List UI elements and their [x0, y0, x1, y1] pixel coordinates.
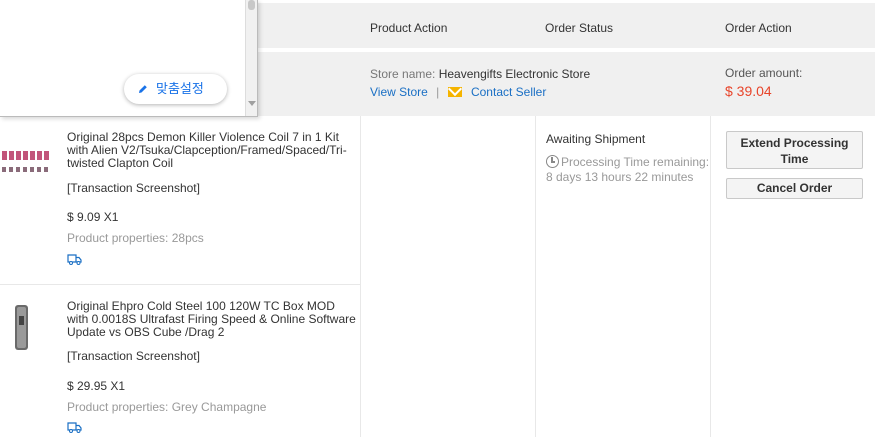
overlay-popup: 맞춤설정: [0, 0, 258, 117]
view-store-link[interactable]: View Store: [370, 85, 428, 99]
link-separator: |: [436, 85, 440, 99]
contact-seller-link[interactable]: Contact Seller: [471, 85, 546, 99]
header-product-action: Product Action: [370, 21, 448, 35]
product-properties: Product properties: 28pcs: [67, 231, 204, 245]
popup-scrollbar-thumb[interactable]: [248, 0, 255, 10]
extend-label-line2: Time: [780, 152, 809, 166]
customize-label: 맞춤설정: [156, 81, 204, 96]
order-status: Awaiting Shipment: [546, 132, 646, 146]
product-properties: Product properties: Grey Champagne: [67, 400, 267, 414]
cancel-order-button[interactable]: Cancel Order: [726, 178, 863, 199]
store-links: View Store | Contact Seller: [370, 85, 546, 99]
extend-processing-time-button[interactable]: Extend Processing Time: [726, 131, 863, 169]
transaction-screenshot-link[interactable]: [Transaction Screenshot]: [67, 181, 200, 195]
column-divider: [535, 116, 536, 437]
extend-label-line1: Extend Processing: [740, 136, 849, 150]
customize-button[interactable]: 맞춤설정: [124, 74, 227, 104]
product-price: $ 9.09 X1: [67, 210, 119, 224]
processing-time-text: Processing Time remaining: 8 days 13 hou…: [546, 155, 710, 184]
store-name-label: Store name:: [370, 67, 436, 81]
product-thumbnail[interactable]: [0, 296, 56, 356]
mail-icon: [447, 87, 462, 97]
order-amount: $ 39.04: [725, 83, 772, 99]
column-divider: [360, 116, 361, 437]
product-title[interactable]: Original Ehpro Cold Steel 100 120W TC Bo…: [67, 300, 357, 339]
truck-icon: [67, 422, 82, 433]
product-price: $ 29.95 X1: [67, 379, 126, 393]
product-title[interactable]: Original 28pcs Demon Killer Violence Coi…: [67, 131, 357, 170]
scroll-down-arrow-icon[interactable]: [248, 101, 256, 106]
product-thumbnail[interactable]: [0, 131, 56, 187]
store-name: Heavengifts Electronic Store: [438, 67, 591, 81]
popup-scrollbar[interactable]: [245, 0, 257, 116]
row-divider: [0, 284, 360, 285]
truck-icon: [67, 254, 82, 265]
processing-time: Processing Time remaining: 8 days 13 hou…: [546, 155, 716, 185]
pencil-icon: [139, 85, 147, 93]
order-amount-label: Order amount:: [725, 66, 803, 80]
clock-icon: [546, 155, 559, 168]
store-name-line: Store name: Heavengifts Electronic Store: [370, 67, 590, 81]
transaction-screenshot-link[interactable]: [Transaction Screenshot]: [67, 349, 200, 363]
header-order-status: Order Status: [545, 21, 614, 35]
header-order-action: Order Action: [725, 21, 792, 35]
